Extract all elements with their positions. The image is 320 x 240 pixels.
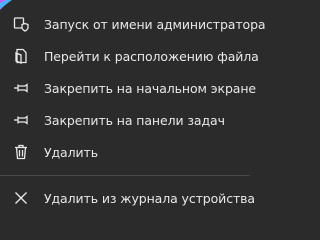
shield-app-icon bbox=[12, 15, 30, 33]
menu-item-pin-to-taskbar[interactable]: Закрепить на панели задач bbox=[0, 104, 250, 136]
menu-item-uninstall[interactable]: Удалить bbox=[0, 136, 250, 168]
menu-item-label: Перейти к расположению файла bbox=[44, 48, 259, 64]
menu-item-pin-to-start[interactable]: Закрепить на начальном экране bbox=[0, 72, 256, 104]
close-icon bbox=[12, 189, 30, 207]
menu-separator bbox=[0, 175, 250, 176]
menu-item-label: Запуск от имени администратора bbox=[44, 16, 266, 32]
menu-item-run-as-admin[interactable]: Запуск от имени администратора bbox=[0, 8, 266, 40]
document-open-icon bbox=[12, 47, 30, 65]
menu-item-remove-from-history[interactable]: Удалить из журнала устройства bbox=[0, 182, 255, 214]
trash-icon bbox=[12, 143, 30, 161]
menu-item-label: Удалить из журнала устройства bbox=[44, 190, 255, 206]
menu-item-open-file-location[interactable]: Перейти к расположению файла bbox=[0, 40, 259, 72]
pin-icon bbox=[12, 111, 30, 129]
menu-item-label: Закрепить на начальном экране bbox=[44, 80, 256, 96]
context-menu: Запуск от имени администратора Перейти к… bbox=[0, 0, 266, 214]
menu-item-label: Закрепить на панели задач bbox=[44, 112, 225, 128]
menu-item-label: Удалить bbox=[44, 144, 98, 160]
pin-icon bbox=[12, 79, 30, 97]
